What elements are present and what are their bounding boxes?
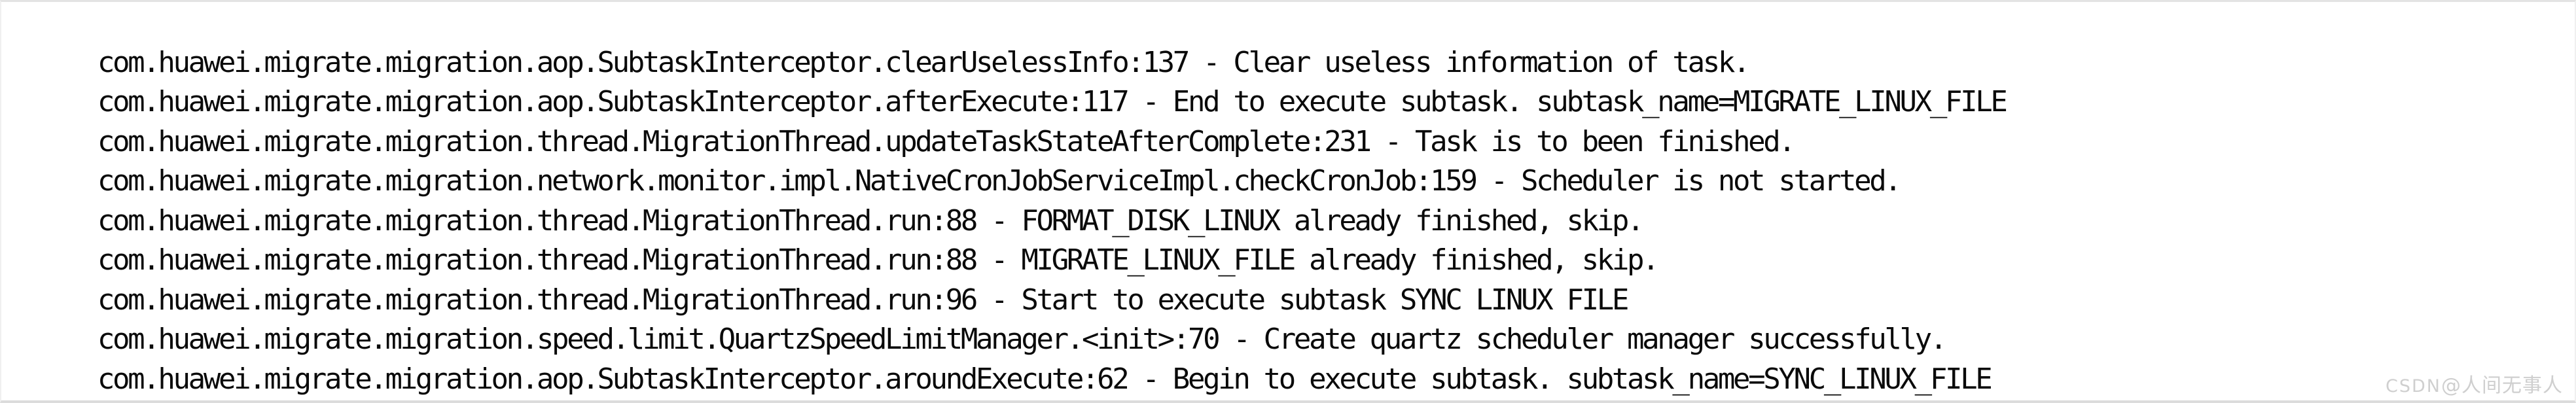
log-line: com.huawei.migrate.migration.thread.Migr… (7, 241, 2572, 317)
log-line: com.huawei.migrate.migration.network.mon… (7, 122, 2572, 198)
log-line: com.huawei.migrate.migration.thread.Migr… (7, 162, 2572, 237)
log-line: com.huawei.migrate.migration.manager.Tas… (7, 360, 2572, 400)
log-line: com.huawei.migrate.migration.aop.Subtask… (7, 43, 2572, 118)
log-output: com.huawei.migrate.migration.aop.Subtask… (7, 3, 2572, 399)
log-line: com.huawei.migrate.migration.aop.Subtask… (7, 3, 2572, 79)
watermark-handle: @人间无事人 (2441, 374, 2563, 397)
watermark-brand: CSDN (2386, 376, 2441, 396)
watermark: CSDN@人间无事人 (2386, 369, 2563, 398)
log-screenshot: com.huawei.migrate.migration.aop.Subtask… (0, 0, 2576, 403)
log-line: com.huawei.migrate.migration.aop.Subtask… (7, 320, 2572, 396)
log-line: com.huawei.migrate.migration.thread.Migr… (7, 202, 2572, 277)
log-line-text: com.huawei.migrate.migration.manager.Tas… (98, 399, 2066, 400)
log-line: com.huawei.migrate.migration.speed.limit… (7, 281, 2572, 356)
log-line: com.huawei.migrate.migration.thread.Migr… (7, 82, 2572, 158)
